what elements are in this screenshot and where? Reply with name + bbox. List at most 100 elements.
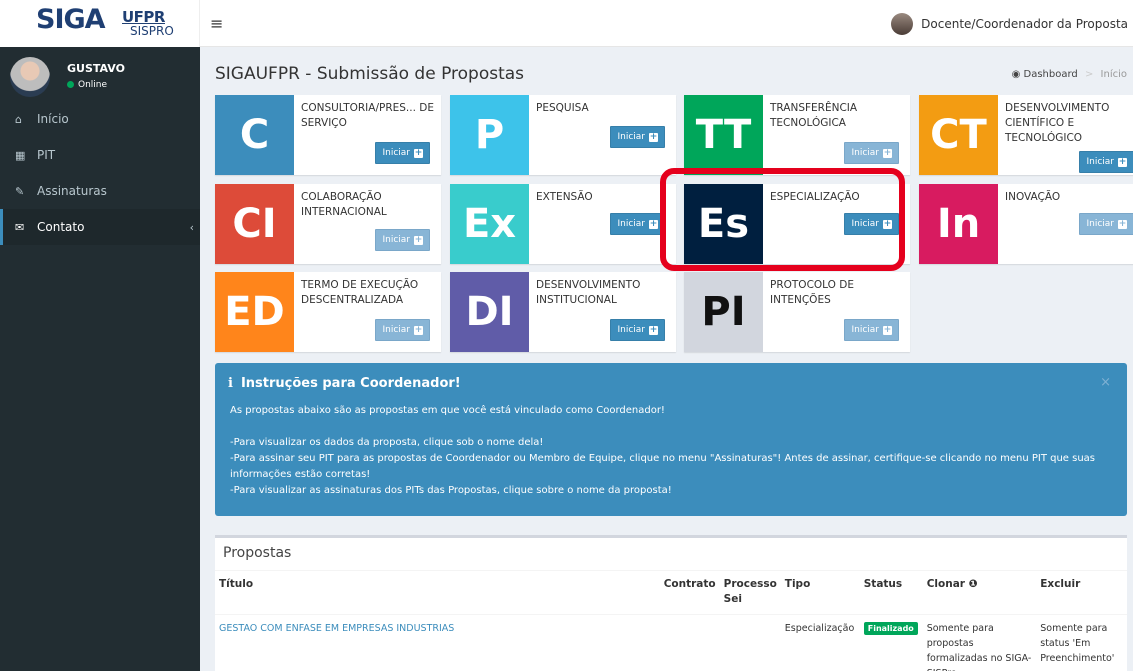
highlight-frame	[660, 168, 905, 271]
instructions-callout: i Instruções para Coordenador! × As propo…	[215, 363, 1127, 516]
card-label: TERMO DE EXECUÇÃO DESCENTRALIZADA	[301, 279, 419, 306]
user-name: GUSTAVO	[67, 62, 125, 75]
card-label: INOVAÇÃO	[1005, 191, 1061, 203]
close-icon[interactable]: ×	[1100, 375, 1111, 390]
column-header: Processo Sei	[723, 578, 777, 605]
card-pesquisa: P PESQUISA Iniciar +	[450, 95, 676, 175]
callout-title-text: Instruções para Coordenador!	[240, 376, 461, 391]
card-label: COLABORAÇÃO INTERNACIONAL	[301, 191, 387, 218]
sidebar-item-label: Contato	[37, 220, 85, 234]
page-title: SIGAUFPR - Submissão de Propostas	[215, 64, 525, 84]
callout-spacer	[230, 419, 1120, 435]
status-badge: Finalizado	[863, 621, 918, 635]
iniciar-button[interactable]: Iniciar +	[610, 126, 665, 148]
top-header: SIGA UFPR SISPRO ≡ Docente/Coordenador d…	[0, 0, 1133, 47]
sidebar-item-pit[interactable]: ▦ PIT	[0, 137, 200, 173]
card-inovacao: In INOVAÇÃO Iniciar +	[919, 184, 1133, 264]
sidebar-menu: ⌂ Início ▦ PIT ✎ Assinaturas ✉ Contato ‹	[0, 101, 200, 245]
plus-icon: +	[649, 218, 658, 229]
callout-title: i Instruções para Coordenador!	[228, 376, 461, 391]
divider	[215, 570, 1127, 571]
card-tile: CT	[919, 95, 998, 175]
card-transferencia: TT TRANSFERÊNCIA TECNOLÓGICA Iniciar +	[684, 95, 910, 175]
card-label: DESENVOLVIMENTO CIENTÍFICO E TECNOLÓGICO	[1005, 102, 1110, 144]
table-header-row: Título Contrato Processo Sei Tipo Status…	[215, 577, 1127, 614]
user-menu[interactable]: Docente/Coordenador da Proposta	[891, 0, 1128, 47]
plus-icon: +	[883, 147, 892, 158]
cell-tipo: Especialização	[780, 613, 860, 671]
callout-line: -Para assinar seu PIT para as propostas …	[230, 453, 1096, 480]
card-tile: ED	[215, 272, 294, 352]
user-status-text: Online	[78, 80, 108, 90]
menu-toggle-icon[interactable]: ≡	[210, 14, 223, 33]
card-extensao: Ex EXTENSÃO Iniciar +	[450, 184, 676, 264]
cell-processo	[719, 613, 781, 671]
cell-clonar: Somente para propostas formalizadas no S…	[922, 613, 1037, 671]
card-consultoria: C CONSULTORIA/PRES... DE SERVIÇO Iniciar…	[215, 95, 441, 175]
card-tile: CI	[215, 184, 294, 264]
column-header-text: Clonar	[926, 578, 965, 590]
iniciar-button[interactable]: Iniciar +	[375, 319, 430, 341]
plus-icon: +	[414, 324, 423, 335]
question-circle-icon[interactable]: ❶	[969, 578, 978, 590]
proposal-title-link[interactable]: GESTAO COM ENFASE EM EMPRESAS INDUSTRIAS	[219, 623, 454, 634]
sidebar-item-inicio[interactable]: ⌂ Início	[0, 101, 200, 137]
plus-icon: +	[414, 234, 423, 245]
card-desenvolvimento-institucional: DI DESENVOLVIMENTO INSTITUCIONAL Iniciar…	[450, 272, 676, 352]
iniciar-button[interactable]: Iniciar +	[1079, 213, 1133, 235]
iniciar-button[interactable]: Iniciar +	[1079, 151, 1133, 173]
plus-icon: +	[883, 324, 892, 335]
iniciar-button[interactable]: Iniciar +	[844, 142, 899, 164]
iniciar-button-label: Iniciar	[617, 219, 645, 229]
iniciar-button-label: Iniciar	[1086, 157, 1114, 167]
iniciar-button[interactable]: Iniciar +	[375, 229, 430, 251]
column-header: Tipo	[784, 578, 811, 590]
card-label: PROTOCOLO DE INTENÇÕES	[770, 279, 854, 306]
iniciar-button-label: Iniciar	[382, 148, 410, 158]
breadcrumb-current: Início	[1100, 69, 1127, 80]
cell-excluir: Somente para status 'Em Preenchimento'	[1036, 613, 1127, 671]
user-avatar-small	[891, 12, 914, 35]
iniciar-button-label: Iniciar	[617, 325, 645, 335]
card-tile: P	[450, 95, 529, 175]
table-row: GESTAO COM ENFASE EM EMPRESAS INDUSTRIAS…	[215, 613, 1127, 671]
iniciar-button[interactable]: Iniciar +	[375, 142, 430, 164]
card-label: DESENVOLVIMENTO INSTITUCIONAL	[536, 279, 641, 306]
card-label: TRANSFERÊNCIA TECNOLÓGICA	[770, 102, 858, 129]
sidebar-item-contato[interactable]: ✉ Contato ‹	[0, 209, 200, 245]
card-tile: Ex	[450, 184, 529, 264]
cell-contrato	[659, 613, 720, 671]
cell-status: Finalizado	[859, 613, 923, 671]
iniciar-button[interactable]: Iniciar +	[610, 319, 665, 341]
callout-line: -Para visualizar as assinaturas dos PITs…	[230, 485, 672, 496]
sidebar: GUSTAVO Online ⌂ Início ▦ PIT ✎ Assinaturas…	[0, 47, 200, 671]
card-colaboracao: CI COLABORAÇÃO INTERNACIONAL Iniciar +	[215, 184, 441, 264]
sidebar-item-assinaturas[interactable]: ✎ Assinaturas	[0, 173, 200, 209]
avatar	[10, 57, 50, 97]
card-tile: DI	[450, 272, 529, 352]
proposals-panel: Propostas Título Contrato Processo Sei T…	[215, 535, 1127, 671]
logo-siga-text: SIGA	[36, 4, 106, 35]
plus-icon: +	[649, 324, 658, 335]
callout-line: -Para visualizar os dados da proposta, c…	[230, 437, 544, 448]
breadcrumb-dashboard[interactable]: Dashboard	[1024, 69, 1078, 80]
app-logo[interactable]: SIGA UFPR SISPRO	[0, 0, 200, 47]
iniciar-button-label: Iniciar	[851, 148, 879, 158]
card-protocolo: PI PROTOCOLO DE INTENÇÕES Iniciar +	[684, 272, 910, 352]
column-header: Excluir	[1040, 578, 1081, 590]
edit-icon: ✎	[15, 184, 25, 198]
plus-icon: +	[1118, 156, 1127, 167]
sidebar-item-label: Início	[37, 112, 69, 126]
column-header: Título	[219, 578, 254, 590]
iniciar-button-label: Iniciar	[382, 325, 410, 335]
iniciar-button-label: Iniciar	[382, 235, 410, 245]
column-header-clonar: Clonar ❶	[923, 577, 1037, 614]
breadcrumb: ◉ Dashboard > Início	[1012, 69, 1127, 80]
plus-icon: +	[649, 131, 658, 142]
cell-titulo: GESTAO COM ENFASE EM EMPRESAS INDUSTRIAS	[215, 613, 660, 671]
iniciar-button[interactable]: Iniciar +	[844, 319, 899, 341]
card-tile: In	[919, 184, 998, 264]
card-desenvolvimento-cientifico: CT DESENVOLVIMENTO CIENTÍFICO E TECNOLÓG…	[919, 95, 1133, 175]
iniciar-button[interactable]: Iniciar +	[610, 213, 665, 235]
iniciar-button-label: Iniciar	[1086, 219, 1114, 229]
